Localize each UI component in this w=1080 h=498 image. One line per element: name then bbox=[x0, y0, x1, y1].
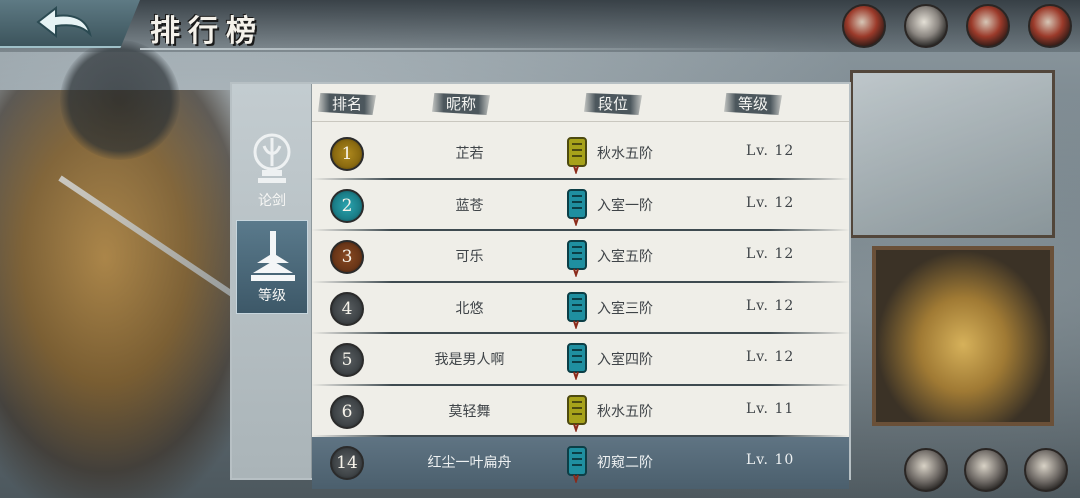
level: Lv. 10 bbox=[746, 452, 795, 468]
level: Lv. 12 bbox=[746, 297, 795, 314]
rank-badge: 2 bbox=[330, 188, 364, 223]
tier: 入室一阶 bbox=[597, 197, 653, 214]
level: Lv. 12 bbox=[746, 143, 795, 159]
side-tab-bar: 论剑 等级 bbox=[232, 84, 312, 478]
back-arrow-icon bbox=[36, 6, 92, 39]
tier: 秋水五阶 bbox=[597, 403, 653, 420]
title-underline bbox=[140, 48, 780, 50]
table-row[interactable]: 3 可乐 入室五阶 Lv. 12 bbox=[312, 231, 849, 283]
self-rank-row[interactable]: 14 红尘一叶扁舟 初窥二阶 Lv. 10 bbox=[312, 437, 849, 489]
table-row[interactable]: 4 北悠 入室三阶 Lv. 12 bbox=[312, 282, 849, 334]
ranking-rows: 1 芷若 秋水五阶 Lv. 12 2 蓝苍 入室一阶 Lv. 12 3 可乐 入… bbox=[312, 128, 849, 489]
table-row[interactable]: 6 莫轻舞 秋水五阶 Lv. 11 bbox=[312, 385, 849, 437]
background-card bbox=[850, 70, 1055, 238]
level: Lv. 12 bbox=[746, 246, 795, 262]
tier: 入室三阶 bbox=[597, 300, 653, 317]
bottom-menu-icon-2[interactable] bbox=[964, 448, 1008, 492]
column-rank: 排名 bbox=[318, 93, 377, 115]
rank-badge: 6 bbox=[330, 394, 364, 429]
nickname: 红尘一叶扁舟 bbox=[427, 455, 512, 471]
nickname: 北悠 bbox=[455, 300, 484, 317]
nickname: 芷若 bbox=[455, 146, 484, 162]
nickname: 我是男人啊 bbox=[434, 352, 505, 368]
column-level: 等级 bbox=[724, 93, 783, 115]
pagoda-icon bbox=[251, 231, 295, 281]
rank-badge: 4 bbox=[330, 291, 364, 326]
bottom-menu-icon-1[interactable] bbox=[904, 448, 948, 492]
bottom-icon-group bbox=[904, 448, 1068, 492]
level: Lv. 11 bbox=[746, 400, 795, 417]
tab-lunjian-label: 论剑 bbox=[258, 193, 286, 209]
level: Lv. 12 bbox=[746, 349, 795, 365]
scroll-tier-icon bbox=[567, 394, 587, 432]
back-button[interactable] bbox=[0, 0, 140, 48]
tab-level-label: 等级 bbox=[258, 288, 286, 304]
rank-badge: 5 bbox=[330, 343, 364, 377]
tier: 入室四阶 bbox=[597, 352, 653, 368]
scroll-tier-icon bbox=[567, 343, 587, 380]
rank-badge: 1 bbox=[330, 137, 364, 171]
nickname: 可乐 bbox=[455, 249, 484, 265]
table-row[interactable]: 1 芷若 秋水五阶 Lv. 12 bbox=[312, 128, 849, 180]
background-portrait bbox=[872, 246, 1054, 426]
scroll-tier-icon bbox=[567, 240, 587, 277]
table-row[interactable]: 2 蓝苍 入室一阶 Lv. 12 bbox=[312, 179, 849, 231]
tier: 初窥二阶 bbox=[597, 455, 653, 471]
column-nickname: 昵称 bbox=[432, 93, 491, 115]
table-row[interactable]: 5 我是男人啊 入室四阶 Lv. 12 bbox=[312, 334, 849, 386]
level: Lv. 12 bbox=[746, 194, 795, 211]
tier: 入室五阶 bbox=[597, 249, 653, 265]
scroll-tier-icon bbox=[567, 446, 587, 483]
top-menu-icon-3[interactable] bbox=[966, 4, 1010, 48]
rank-badge: 3 bbox=[330, 240, 364, 274]
scroll-tier-icon bbox=[567, 291, 587, 329]
rank-badge: 14 bbox=[330, 446, 364, 480]
column-tier: 段位 bbox=[584, 93, 643, 115]
top-menu-icon-4[interactable] bbox=[1028, 4, 1072, 48]
nickname: 蓝苍 bbox=[455, 197, 484, 214]
tier: 秋水五阶 bbox=[597, 146, 653, 162]
ranking-list: 排名 昵称 段位 等级 1 芷若 秋水五阶 Lv. 12 2 蓝苍 入室一阶 L… bbox=[312, 84, 849, 489]
sword-emblem-icon bbox=[253, 133, 291, 183]
page-title: 排行榜 bbox=[150, 14, 264, 49]
top-menu-icon-1[interactable] bbox=[842, 4, 886, 48]
scroll-tier-icon bbox=[567, 137, 587, 174]
column-header-row: 排名 昵称 段位 等级 bbox=[312, 84, 849, 122]
background-character-head bbox=[60, 40, 180, 160]
bottom-menu-icon-3[interactable] bbox=[1024, 448, 1068, 492]
tab-level[interactable]: 等级 bbox=[236, 220, 308, 314]
tab-lunjian[interactable]: 论剑 bbox=[236, 124, 308, 218]
scroll-tier-icon bbox=[567, 188, 587, 226]
leaderboard-panel: 论剑 等级 排名 昵称 段位 等级 1 芷若 秋水五阶 Lv. 12 2 蓝苍 … bbox=[230, 82, 851, 489]
nickname: 莫轻舞 bbox=[448, 403, 491, 420]
top-menu-icon-2[interactable] bbox=[904, 4, 948, 48]
top-icon-group bbox=[842, 4, 1072, 48]
